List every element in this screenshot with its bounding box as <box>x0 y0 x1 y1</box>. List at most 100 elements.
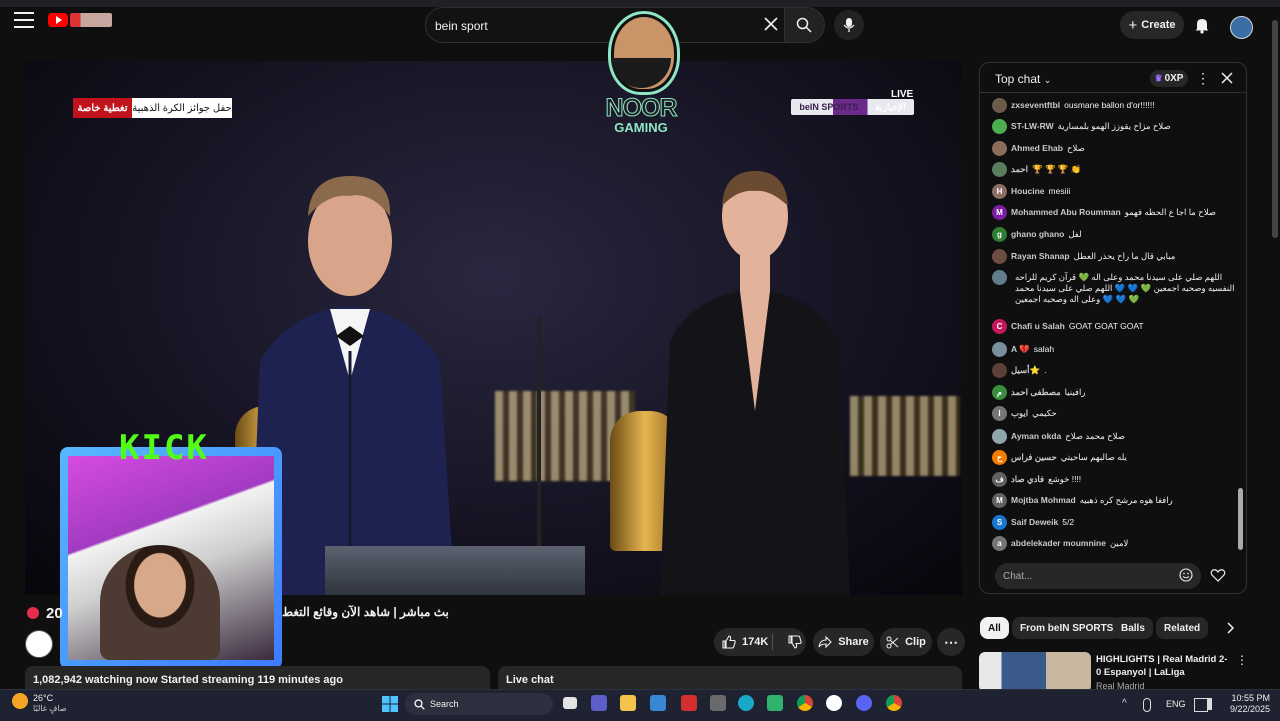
emoji-icon[interactable] <box>1179 568 1193 582</box>
chat-message[interactable]: م مصطفى احمد رافينيا <box>992 385 1236 400</box>
chat-message[interactable]: C Chafi u Salah GOAT GOAT GOAT <box>992 319 1236 334</box>
language-indicator[interactable]: ENG <box>1166 699 1186 709</box>
voice-search-button[interactable] <box>834 10 864 40</box>
chat-message[interactable]: احمد 🏆 🏆 🏆 👏 <box>992 162 1236 177</box>
recommended-more-icon[interactable]: ⋮ <box>1236 653 1248 667</box>
chat-avatar[interactable]: M <box>992 205 1007 220</box>
chat-username[interactable]: مصطفى احمد <box>1011 385 1061 398</box>
menu-icon[interactable] <box>14 12 34 28</box>
chat-scroll-thumb[interactable] <box>1238 488 1243 550</box>
volume-icon[interactable] <box>1208 698 1212 710</box>
chat-username[interactable]: abdelekader moumnine <box>1011 536 1106 549</box>
recommended-title[interactable]: HIGHLIGHTS | Real Madrid 2-0 Espanyol | … <box>1096 653 1228 679</box>
chat-message[interactable]: ST-LW-RW صلاح مزاح يقوزز الهمو بلمسارية <box>992 119 1236 134</box>
notifications-bell-icon[interactable] <box>1193 16 1211 34</box>
recommended-thumbnail[interactable] <box>979 652 1091 692</box>
file-explorer-icon[interactable] <box>563 697 577 709</box>
filter-chip-related[interactable]: Related <box>1156 617 1209 639</box>
clock-time[interactable]: 10:55 PM <box>1222 693 1270 703</box>
account-avatar[interactable] <box>1230 16 1253 39</box>
chat-avatar[interactable] <box>992 249 1007 264</box>
chat-scrollbar[interactable] <box>1238 100 1243 550</box>
chat-username[interactable]: zxseventftbl <box>1011 98 1060 111</box>
doodle-logo[interactable] <box>70 13 112 27</box>
chat-message[interactable]: اللهم صلي على سيدنا محمد وعلى اله 💚 قرآن… <box>992 270 1236 305</box>
chat-input[interactable]: Chat... <box>995 563 1201 589</box>
filter-chip-all[interactable]: All <box>980 617 1009 639</box>
top-chat-dropdown[interactable]: Top chat ⌄ <box>995 72 1051 86</box>
chat-username[interactable]: احمد <box>1011 162 1028 175</box>
chat-message[interactable]: Rayan Shanap مبابي قال ما راح يحذر العطل <box>992 249 1236 264</box>
chat-avatar[interactable] <box>992 119 1007 134</box>
youtube-logo[interactable] <box>48 13 68 27</box>
chat-username[interactable]: حسين فراس <box>1011 450 1057 463</box>
clock-date[interactable]: 9/22/2025 <box>1222 704 1270 714</box>
search-button[interactable] <box>785 7 825 43</box>
chat-username[interactable]: أسيل⭐ <box>1011 363 1040 376</box>
chat-avatar[interactable]: ف <box>992 472 1007 487</box>
clip-button[interactable]: Clip <box>880 628 932 656</box>
chat-message[interactable]: Ayman okda صلاح محمد صلاح <box>992 429 1236 444</box>
chat-username[interactable]: ghano ghano <box>1011 227 1064 240</box>
chat-message[interactable]: g ghano ghano لفل <box>992 227 1236 242</box>
chat-username[interactable]: ايوب <box>1011 406 1028 419</box>
chat-avatar[interactable]: م <box>992 385 1007 400</box>
windows-start-icon[interactable] <box>382 696 398 712</box>
chat-username[interactable]: ST-LW-RW <box>1011 119 1054 132</box>
chat-avatar[interactable]: I <box>992 406 1007 421</box>
share-button[interactable]: Share <box>813 628 874 656</box>
chat-avatar[interactable] <box>992 270 1007 285</box>
weather-icon[interactable] <box>12 693 28 709</box>
chat-avatar[interactable] <box>992 429 1007 444</box>
heart-icon[interactable] <box>1210 567 1226 583</box>
chat-username[interactable]: فادي صاد <box>1011 472 1044 485</box>
xp-badge[interactable]: ♛ 0XP <box>1150 70 1188 87</box>
chat-more-icon[interactable]: ⋮ <box>1196 71 1210 87</box>
thumbs-up-icon[interactable] <box>722 635 736 649</box>
chat-avatar[interactable]: C <box>992 319 1007 334</box>
discord-icon[interactable] <box>856 695 872 711</box>
app-green-icon[interactable] <box>767 695 783 711</box>
chat-avatar[interactable] <box>992 363 1007 378</box>
mic-tray-icon[interactable] <box>1143 698 1151 712</box>
chat-message[interactable]: S Saif Deweik 5/2 <box>992 515 1236 530</box>
channel-avatar[interactable] <box>25 630 53 658</box>
edge-icon[interactable] <box>738 695 754 711</box>
chat-avatar[interactable]: g <box>992 227 1007 242</box>
filter-chip-from-bein[interactable]: From beIN SPORTS <box>1012 617 1122 639</box>
chat-message[interactable]: ف فادي صاد خوشع !!!! <box>992 472 1236 487</box>
chat-message[interactable]: zxseventftbl ousmane ballon d'or!!!!!! <box>992 98 1236 113</box>
clear-search-icon[interactable] <box>763 16 779 32</box>
folder-icon[interactable] <box>620 695 636 711</box>
chat-message[interactable]: ح حسين فراس يله صالبهم ساحيتي <box>992 450 1236 465</box>
chat-username[interactable]: Mojtba Mohmad <box>1011 493 1076 506</box>
chat-avatar[interactable]: S <box>992 515 1007 530</box>
chat-username[interactable]: Rayan Shanap <box>1011 249 1070 262</box>
more-actions-button[interactable]: ⋯ <box>937 628 965 656</box>
chat-message[interactable]: M Mohammed Abu Roumman صلاح ما اجا ع الحظه… <box>992 205 1236 220</box>
like-count[interactable]: 174K <box>742 636 768 648</box>
search-input[interactable]: bein sport <box>435 19 488 33</box>
chat-avatar[interactable] <box>992 162 1007 177</box>
close-chat-icon[interactable] <box>1219 70 1235 86</box>
chat-username[interactable]: Chafi u Salah <box>1011 319 1065 332</box>
filter-chip-balls[interactable]: Balls <box>1113 617 1153 639</box>
chat-username[interactable]: Mohammed Abu Roumman <box>1011 205 1121 218</box>
weather-description[interactable]: صافٍ غالبًا <box>33 704 67 713</box>
store-icon[interactable] <box>650 695 666 711</box>
network-icon[interactable] <box>1194 698 1208 712</box>
chat-message[interactable]: M Mojtba Mohmad رافغا هوه مرشح كره ذهبيه <box>992 493 1236 508</box>
chat-username[interactable]: Ayman okda <box>1011 429 1061 442</box>
camera-icon[interactable] <box>710 695 726 711</box>
chrome-icon[interactable] <box>797 695 813 711</box>
chat-avatar[interactable]: M <box>992 493 1007 508</box>
chat-avatar[interactable] <box>992 342 1007 357</box>
thumbs-down-icon[interactable] <box>788 635 803 649</box>
chat-username[interactable]: Ahmed Ehab <box>1011 141 1063 154</box>
chat-avatar[interactable]: ح <box>992 450 1007 465</box>
chat-avatar[interactable]: H <box>992 184 1007 199</box>
chat-message[interactable]: Ahmed Ehab صلاح <box>992 141 1236 156</box>
chat-message-list[interactable]: zxseventftbl ousmane ballon d'or!!!!!! ST-… <box>992 95 1236 553</box>
chat-avatar[interactable]: a <box>992 536 1007 551</box>
chrome-active-icon[interactable] <box>886 695 902 711</box>
